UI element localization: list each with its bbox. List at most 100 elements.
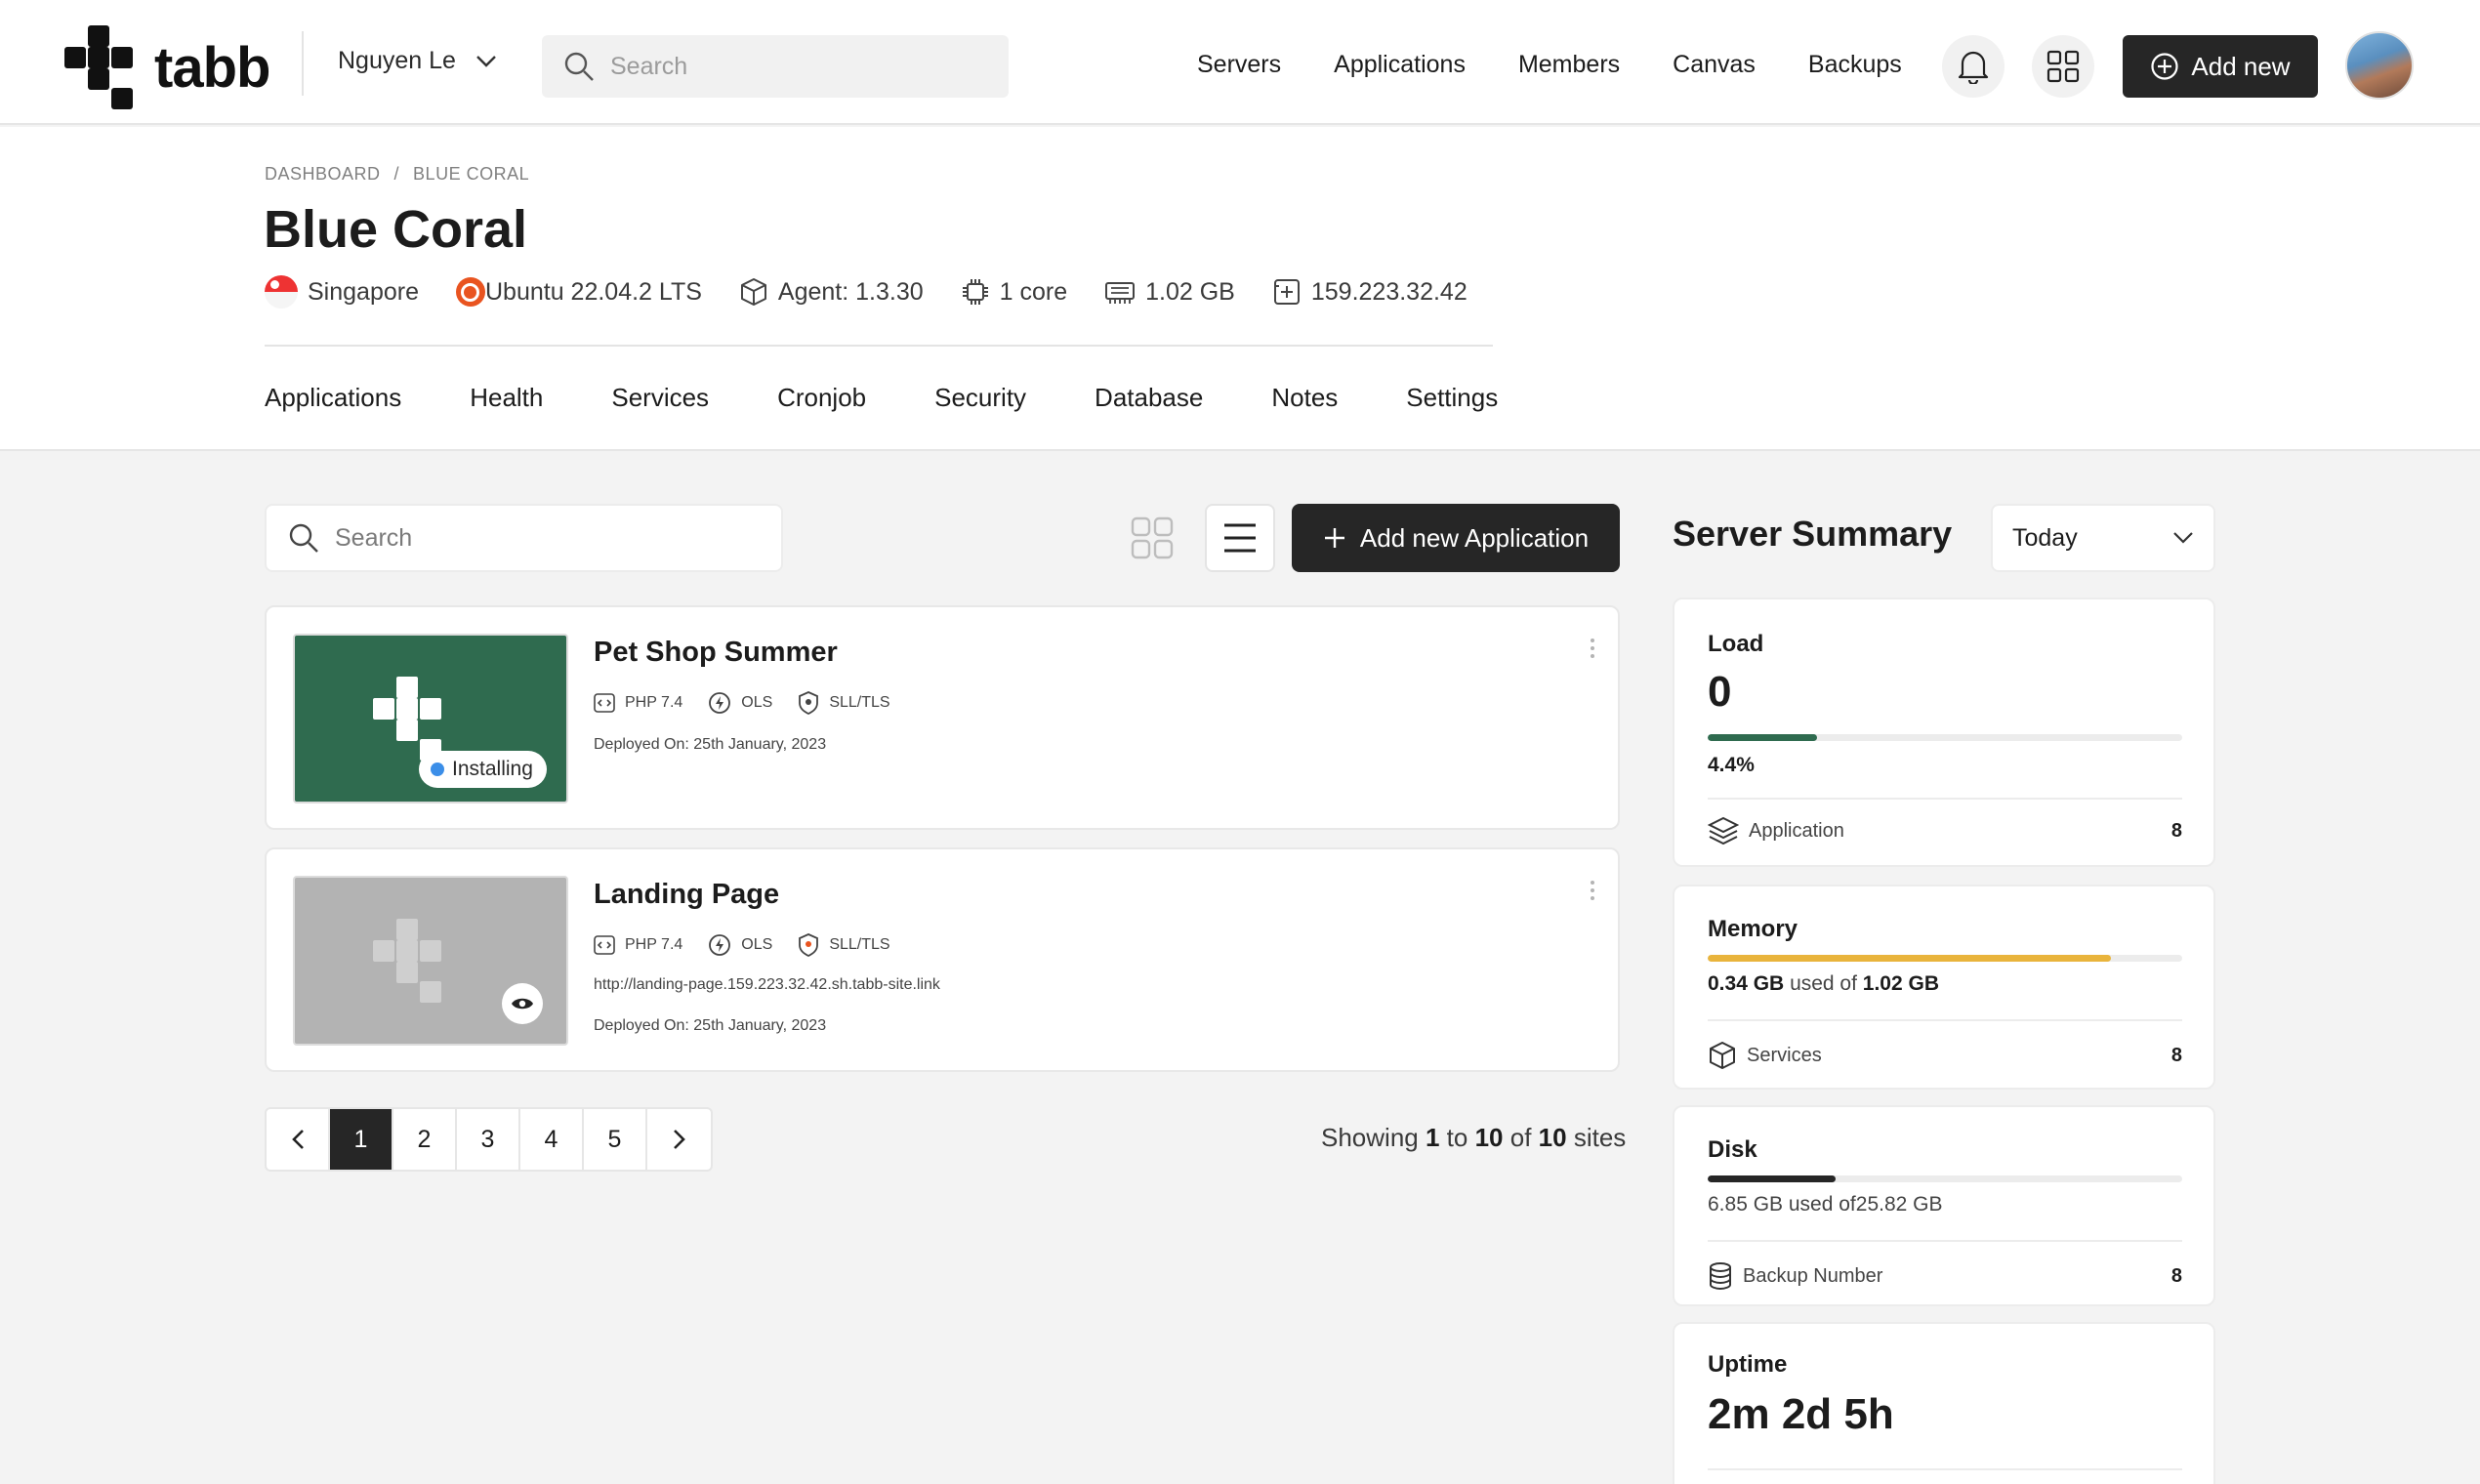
- next-page-button[interactable]: [647, 1109, 711, 1170]
- app-card[interactable]: Installing Pet Shop Summer PHP 7.4 OLS S…: [265, 605, 1620, 830]
- bell-icon: [1958, 51, 1989, 84]
- application-count: 8: [2170, 819, 2182, 842]
- ram-icon: [1105, 282, 1136, 304]
- shield-icon: [799, 691, 819, 715]
- brand-logo[interactable]: tabb: [64, 25, 270, 109]
- list-view-button[interactable]: [1205, 504, 1275, 572]
- server-agent: Agent: 1.3.30: [739, 277, 924, 307]
- nav-link-backups[interactable]: Backups: [1808, 51, 1902, 79]
- period-value: Today: [2012, 523, 2078, 552]
- server-meta: Singapore Ubuntu 22.04.2 LTS Agent: 1.3.…: [265, 275, 1505, 309]
- memory-used: 0.34 GB: [1708, 972, 1785, 995]
- app-card[interactable]: Landing Page PHP 7.4 OLS SLL/TLS http://…: [265, 847, 1620, 1072]
- memory-label: Memory: [1708, 916, 1798, 942]
- nav-link-applications[interactable]: Applications: [1334, 51, 1466, 79]
- server-badge: OLS: [708, 933, 772, 957]
- add-application-button[interactable]: Add new Application: [1292, 504, 1620, 572]
- team-switcher[interactable]: Nguyen Le: [338, 47, 497, 75]
- divider: [1708, 1019, 2182, 1021]
- more-options-icon[interactable]: [1591, 881, 1594, 904]
- page-2[interactable]: 2: [393, 1109, 457, 1170]
- showing-to-word: to: [1446, 1123, 1468, 1152]
- page-3[interactable]: 3: [457, 1109, 520, 1170]
- app-badges: PHP 7.4 OLS SLL/TLS: [594, 933, 916, 957]
- tab-security[interactable]: Security: [934, 383, 1026, 413]
- page-4[interactable]: 4: [520, 1109, 584, 1170]
- ssl-badge: SLL/TLS: [798, 691, 890, 715]
- memory-total: 1.02 GB: [1862, 972, 1940, 995]
- plus-circle-icon: [2151, 53, 2179, 80]
- top-navigation: tabb Nguyen Le Search Servers Applicatio…: [0, 0, 2480, 125]
- app-url[interactable]: http://landing-page.159.223.32.42.sh.tab…: [594, 976, 940, 994]
- load-bar: [1708, 734, 2182, 741]
- load-bar-fill: [1708, 734, 1817, 741]
- services-count: 8: [2170, 1044, 2182, 1066]
- tab-database[interactable]: Database: [1095, 383, 1203, 413]
- search-placeholder: Search: [610, 52, 688, 80]
- tab-notes[interactable]: Notes: [1271, 383, 1338, 413]
- breadcrumb-dashboard[interactable]: DASHBOARD: [265, 164, 381, 184]
- code-icon: [594, 935, 615, 955]
- tab-settings[interactable]: Settings: [1406, 383, 1498, 413]
- app-search-input[interactable]: Search: [265, 504, 783, 572]
- ram-text: 1.02 GB: [1145, 277, 1235, 306]
- user-avatar[interactable]: [2345, 31, 2414, 100]
- more-options-icon[interactable]: [1591, 639, 1594, 662]
- load-label: Load: [1708, 631, 1764, 657]
- notifications-button[interactable]: [1942, 35, 2005, 98]
- backup-count: 8: [2170, 1264, 2182, 1287]
- deployed-date: Deployed On: 25th January, 2023: [594, 736, 827, 753]
- app-thumbnail: [293, 876, 568, 1046]
- tab-health[interactable]: Health: [470, 383, 543, 413]
- status-dot: [431, 763, 444, 776]
- grid-view-button[interactable]: [1118, 504, 1186, 572]
- page-5[interactable]: 5: [584, 1109, 647, 1170]
- memory-bar: [1708, 955, 2182, 962]
- php-version: PHP 7.4: [625, 694, 683, 711]
- ssl-text: SLL/TLS: [829, 694, 890, 711]
- page-title: Blue Coral: [264, 200, 528, 259]
- apps-grid-button[interactable]: [2032, 35, 2094, 98]
- tab-cronjob[interactable]: Cronjob: [777, 383, 866, 413]
- add-new-button[interactable]: Add new: [2123, 35, 2318, 98]
- nav-link-canvas[interactable]: Canvas: [1673, 51, 1756, 79]
- prev-page-button[interactable]: [267, 1109, 330, 1170]
- app-name[interactable]: Pet Shop Summer: [594, 637, 838, 669]
- preview-button[interactable]: [502, 983, 543, 1024]
- nav-link-servers[interactable]: Servers: [1197, 51, 1281, 79]
- singapore-flag-icon: [265, 275, 298, 309]
- load-value: 0: [1708, 668, 1732, 716]
- server-badge: OLS: [708, 691, 772, 715]
- ssl-badge: SLL/TLS: [798, 933, 890, 957]
- server-cpu: 1 core: [961, 277, 1067, 307]
- location-text: Singapore: [308, 277, 419, 306]
- tab-services[interactable]: Services: [611, 383, 709, 413]
- network-icon: [1273, 279, 1300, 305]
- database-icon: [1710, 1262, 1731, 1291]
- add-application-label: Add new Application: [1359, 522, 1590, 553]
- divider: [1708, 798, 2182, 800]
- page-1[interactable]: 1: [330, 1109, 393, 1170]
- server-header: DASHBOARD / BLUE CORAL Blue Coral Singapor…: [0, 127, 2480, 451]
- disk-bar-fill: [1708, 1175, 1837, 1182]
- memory-used-of: used of: [1790, 972, 1857, 995]
- layers-icon: [1708, 816, 1739, 845]
- plus-icon: [1324, 528, 1344, 548]
- logo-icon: [64, 25, 133, 109]
- cpu-icon: [962, 279, 988, 305]
- load-card: Load 0 4.4% Application 8: [1673, 598, 2215, 867]
- pagination: 1 2 3 4 5: [265, 1107, 713, 1172]
- showing-suffix: sites: [1573, 1123, 1627, 1152]
- disk-usage: 6.85 GB used of25.82 GB: [1708, 1193, 1943, 1216]
- period-select[interactable]: Today: [1991, 504, 2215, 572]
- global-search-input[interactable]: Search: [542, 35, 1009, 98]
- tab-applications[interactable]: Applications: [265, 383, 401, 413]
- box-icon: [1710, 1042, 1735, 1069]
- services-label: Services: [1747, 1044, 1822, 1066]
- app-name[interactable]: Landing Page: [594, 879, 779, 911]
- agent-text: Agent: 1.3.30: [777, 277, 924, 306]
- divider: [265, 345, 1493, 347]
- disk-card: Disk 6.85 GB used of25.82 GB Backup Numb…: [1673, 1105, 2215, 1306]
- nav-link-members[interactable]: Members: [1518, 51, 1620, 79]
- list-view-icon: [1224, 523, 1256, 553]
